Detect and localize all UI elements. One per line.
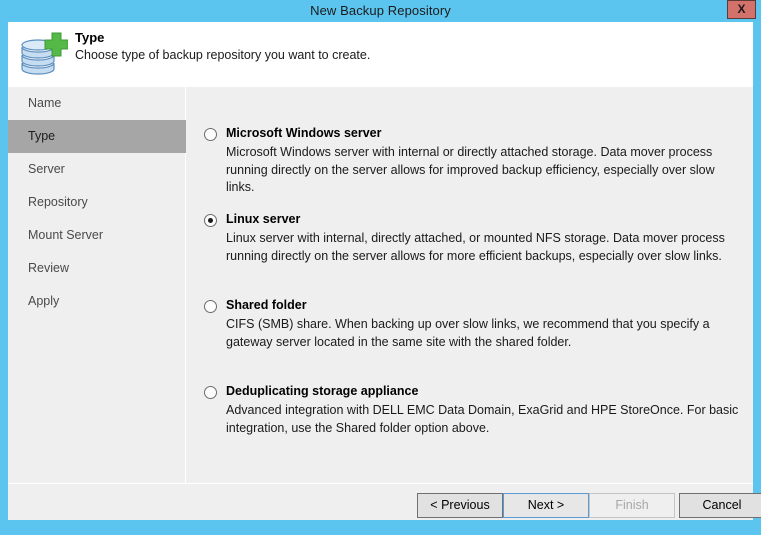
radio-deduplicating-storage-appliance[interactable] [204,386,217,399]
close-icon[interactable]: X [727,0,756,19]
wizard-steps-sidebar: Name Type Server Repository Mount Server… [8,87,186,483]
title-bar: New Backup Repository X [0,0,761,22]
option-label: Deduplicating storage appliance [226,384,419,398]
option-description: Linux server with internal, directly att… [226,231,725,263]
sidebar-item-mount-server[interactable]: Mount Server [8,219,186,252]
dialog-body: Type Choose type of backup repository yo… [8,22,761,520]
radio-microsoft-windows-server[interactable] [204,128,217,141]
sidebar-item-server[interactable]: Server [8,153,186,186]
sidebar-item-apply[interactable]: Apply [8,285,186,318]
sidebar-item-type[interactable]: Type [8,120,186,153]
repository-type-options: Microsoft Windows server Microsoft Windo… [187,87,753,483]
database-add-icon [16,29,69,81]
page-title: Type [75,30,105,45]
option-description: CIFS (SMB) share. When backing up over s… [226,317,710,349]
option-label: Microsoft Windows server [226,126,382,140]
sidebar-item-name[interactable]: Name [8,87,186,120]
sidebar-item-review[interactable]: Review [8,252,186,285]
dialog-window: New Backup Repository X Type Choose type… [0,0,761,535]
sidebar-item-repository[interactable]: Repository [8,186,186,219]
dialog-footer: < Previous Next > Finish Cancel [8,484,761,520]
option-description: Microsoft Windows server with internal o… [226,145,715,194]
radio-shared-folder[interactable] [204,300,217,313]
page-subtitle: Choose type of backup repository you wan… [75,48,371,62]
radio-linux-server[interactable] [204,214,217,227]
window-title: New Backup Repository [310,3,451,18]
option-description: Advanced integration with DELL EMC Data … [226,403,739,435]
cancel-button[interactable]: Cancel [679,493,761,518]
option-label: Shared folder [226,298,307,312]
previous-button[interactable]: < Previous [417,493,503,518]
option-label: Linux server [226,212,301,226]
finish-button: Finish [589,493,675,518]
dialog-header: Type Choose type of backup repository yo… [8,22,753,87]
next-button[interactable]: Next > [503,493,589,518]
